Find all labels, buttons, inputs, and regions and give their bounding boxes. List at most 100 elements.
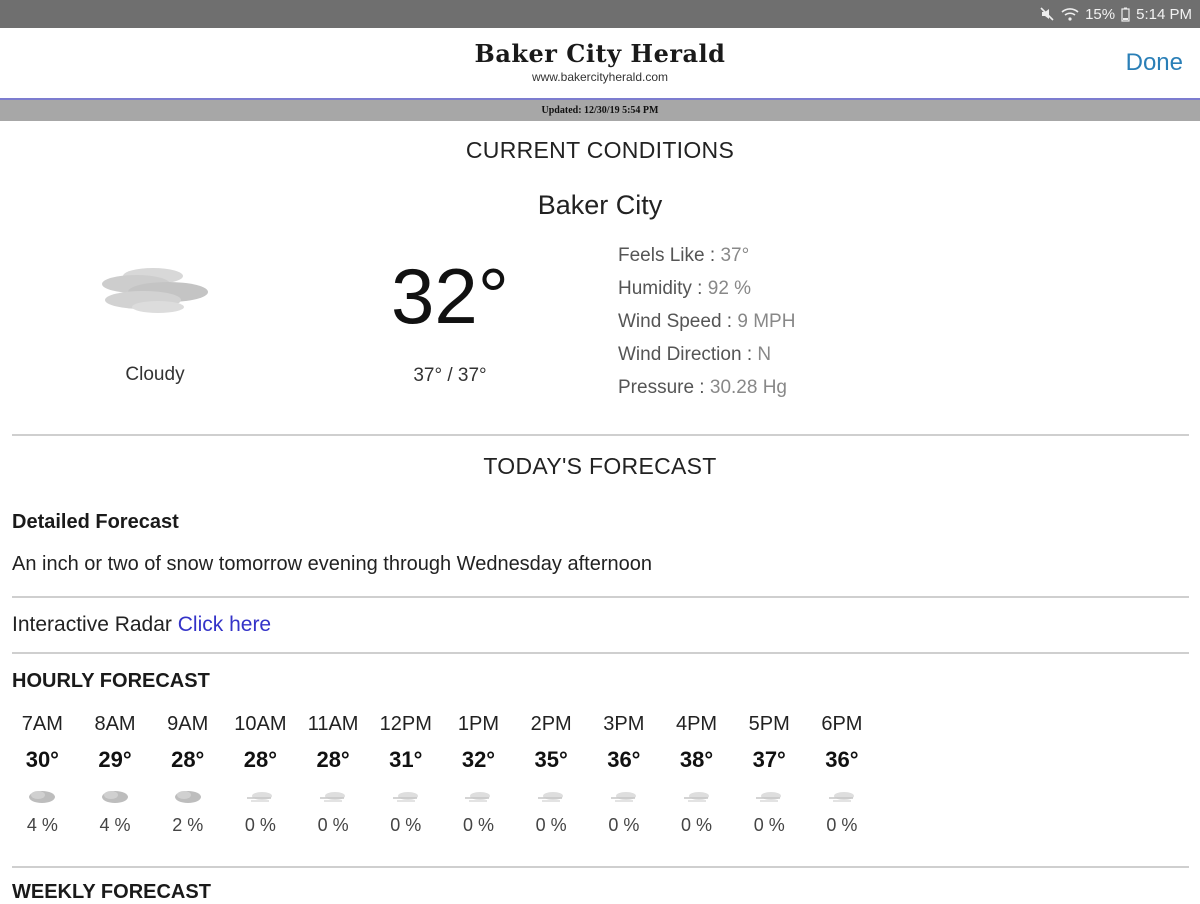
detailed-forecast-label: Detailed Forecast — [12, 511, 179, 533]
windy-cloud-icon — [806, 780, 879, 814]
hour-time: 7AM — [21, 713, 63, 735]
hour-time: 9AM — [167, 713, 209, 735]
battery-icon — [1121, 7, 1130, 22]
detail-value: 92 % — [707, 278, 752, 299]
windy-cloud-icon — [297, 780, 370, 814]
section-divider — [12, 596, 1189, 598]
hour-time: 4PM — [675, 713, 718, 735]
windy-cloud-icon — [224, 780, 297, 814]
hour-temp: 35° — [534, 747, 568, 772]
feels-like-row: Feels Like : 37° — [618, 244, 795, 277]
hour-column: 1PM 32° 0 % — [442, 710, 515, 836]
interactive-radar-row: Interactive Radar Click here — [12, 613, 271, 637]
hour-precip-chance: 0 % — [462, 815, 494, 835]
hour-precip-chance: 0 % — [317, 815, 349, 835]
detail-label: Feels Like : — [618, 245, 721, 266]
wind-direction-row: Wind Direction : N — [618, 343, 795, 376]
hour-time: 11AM — [307, 713, 359, 735]
radar-link[interactable]: Click here — [178, 613, 271, 636]
hour-temp: 36° — [825, 747, 859, 772]
section-divider — [12, 866, 1189, 868]
hour-temp: 28° — [316, 747, 350, 772]
done-button[interactable]: Done — [1126, 49, 1183, 77]
hour-temp: 32° — [461, 747, 496, 772]
detail-label: Wind Speed : — [618, 311, 738, 332]
detail-label: Humidity : — [618, 278, 708, 299]
wifi-icon — [1061, 6, 1079, 22]
app-header: Baker City Herald www.bakercityherald.co… — [0, 28, 1200, 99]
hour-time: 6PM — [821, 713, 863, 735]
hour-time: 5PM — [748, 713, 790, 735]
hour-column: 12PM 31° 0 % — [369, 710, 442, 836]
radar-label: Interactive Radar — [12, 613, 178, 636]
hour-precip-chance: 2 % — [172, 815, 204, 835]
section-divider — [12, 434, 1189, 436]
detail-value: 37° — [720, 245, 750, 266]
hour-precip-chance: 0 % — [753, 815, 785, 835]
hour-precip-chance: 4 % — [99, 815, 131, 835]
detail-label: Wind Direction : — [618, 344, 758, 365]
hour-precip-chance: 0 % — [535, 815, 567, 835]
hour-temp: 29° — [98, 747, 132, 772]
hour-temp: 28° — [243, 747, 278, 772]
section-divider — [12, 652, 1189, 654]
hour-column: 5PM 37° 0 % — [733, 710, 806, 836]
cloudy-icon — [6, 780, 79, 814]
masthead-logo: Baker City Herald — [474, 39, 726, 68]
hour-column: 9AM 28° 2 % — [151, 710, 224, 836]
conditions-details: Feels Like : 37° Humidity : 92 % Wind Sp… — [618, 244, 795, 409]
condition-label: Cloudy — [125, 364, 185, 385]
hour-column: 2PM 35° 0 % — [515, 710, 588, 836]
detail-value: N — [757, 344, 772, 365]
hour-time: 3PM — [603, 713, 645, 735]
hour-column: 4PM 38° 0 % — [660, 710, 733, 836]
status-icons: 15% 5:14 PM — [1039, 5, 1192, 23]
city-name: Baker City — [537, 190, 663, 220]
hour-precip-chance: 0 % — [390, 815, 422, 835]
hour-column: 11AM 28° 0 % — [297, 710, 370, 836]
status-bar: 15% 5:14 PM — [0, 0, 1200, 28]
hour-temp: 30° — [25, 747, 59, 772]
detailed-forecast-text: An inch or two of snow tomorrow evening … — [12, 553, 652, 575]
wind-speed-row: Wind Speed : 9 MPH — [618, 310, 795, 343]
hour-time: 2PM — [530, 713, 572, 735]
weekly-forecast-heading: WEEKLY FORECAST — [12, 881, 211, 903]
hour-time: 8AM — [94, 713, 136, 735]
hour-column: 6PM 36° 0 % — [806, 710, 879, 836]
hour-precip-chance: 0 % — [608, 815, 640, 835]
hour-temp: 38° — [679, 747, 714, 772]
high-low-temperature: 37° / 37° — [413, 365, 487, 386]
hour-precip-chance: 0 % — [826, 815, 858, 835]
hour-temp: 31° — [389, 747, 423, 772]
hour-column: 10AM 28° 0 % — [224, 710, 297, 836]
todays-forecast-heading: TODAY'S FORECAST — [483, 453, 717, 479]
pressure-row: Pressure : 30.28 Hg — [618, 376, 795, 409]
hour-precip-chance: 4 % — [26, 815, 58, 835]
humidity-row: Humidity : 92 % — [618, 277, 795, 310]
site-url: www.bakercityherald.com — [531, 70, 669, 84]
hour-time: 10AM — [234, 713, 287, 735]
current-conditions-heading: CURRENT CONDITIONS — [465, 137, 735, 163]
windy-cloud-icon — [515, 780, 588, 814]
windy-cloud-icon — [733, 780, 806, 814]
battery-percent: 15% — [1085, 5, 1116, 23]
windy-cloud-icon — [588, 780, 661, 814]
updated-timestamp: Updated: 12/30/19 5:54 PM — [0, 100, 1200, 121]
hour-time: 1PM — [457, 713, 500, 735]
windy-cloud-icon — [369, 780, 442, 814]
detail-value: 9 MPH — [737, 311, 796, 332]
clock: 5:14 PM — [1136, 5, 1192, 23]
hour-precip-chance: 0 % — [681, 815, 713, 835]
windy-cloud-icon — [442, 780, 515, 814]
current-temperature: 32° — [391, 252, 509, 340]
cloudy-icon — [79, 780, 152, 814]
hour-column: 7AM 30° 4 % — [6, 710, 79, 836]
windy-cloud-icon — [660, 780, 733, 814]
hourly-forecast-heading: HOURLY FORECAST — [12, 670, 210, 692]
mute-icon — [1039, 6, 1055, 22]
hour-time: 12PM — [379, 713, 432, 735]
detail-label: Pressure : — [618, 377, 710, 398]
hour-temp: 28° — [171, 747, 205, 772]
hour-temp: 36° — [607, 747, 641, 772]
hour-column: 3PM 36° 0 % — [588, 710, 661, 836]
